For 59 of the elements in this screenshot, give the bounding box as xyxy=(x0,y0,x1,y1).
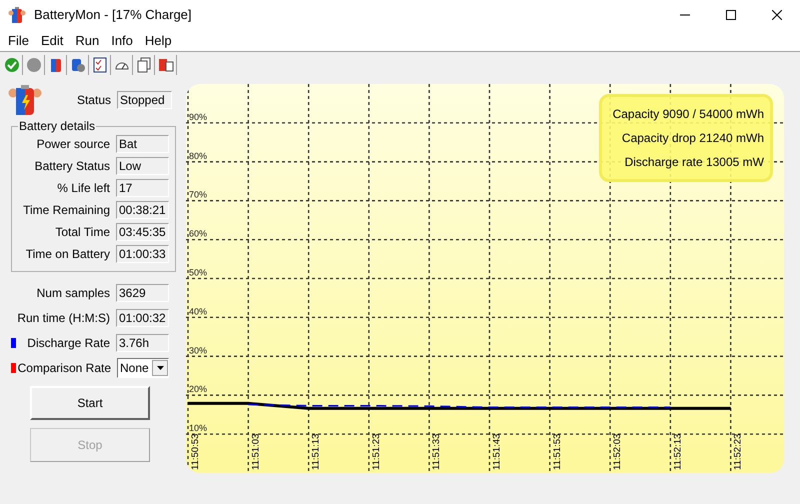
value-field: 17 xyxy=(116,179,169,197)
status-label: Status xyxy=(76,92,111,109)
axis-tick-label: 50% xyxy=(189,268,208,278)
value-field: Low xyxy=(116,157,169,175)
action-button[interactable]: Start xyxy=(30,386,150,420)
field-label: Power source xyxy=(36,136,110,153)
circle-icon[interactable] xyxy=(24,55,43,75)
field-label: Discharge Rate xyxy=(27,334,110,352)
info-text: Capacity drop 21240 mWh xyxy=(622,130,764,147)
axis-tick-label: 30% xyxy=(189,345,208,356)
field-label: Time on Battery xyxy=(26,246,110,263)
maximize-icon xyxy=(726,10,736,20)
axis-tick-label: 11:52:03 xyxy=(612,434,624,470)
axis-tick-label: 90% xyxy=(189,112,208,122)
axis-tick-label: 70% xyxy=(189,190,208,200)
close-icon xyxy=(772,10,782,20)
value-field: 3.76h xyxy=(116,334,169,352)
info-text: Discharge rate 13005 mW xyxy=(624,154,764,171)
axis-tick-label: 20% xyxy=(189,384,208,394)
menu-item[interactable]: Info xyxy=(105,30,139,50)
window-title: BatteryMon - [17% Charge] xyxy=(34,6,192,24)
menu-item[interactable]: Edit xyxy=(34,30,70,50)
axis-tick-label: 11:51:43 xyxy=(492,434,502,470)
value-field: 03:45:35 xyxy=(116,223,169,241)
axis-tick-label: 11:51:33 xyxy=(431,434,442,470)
axis-tick-label: 11:52:23 xyxy=(732,434,744,470)
field-label: Total Time xyxy=(55,224,110,241)
field-label: Time Remaining xyxy=(23,202,110,219)
menu-item[interactable]: Run xyxy=(69,30,106,50)
value-field: 01:00:33 xyxy=(116,245,169,263)
menu-item[interactable]: File xyxy=(2,30,35,50)
comparison-dropdown[interactable]: None xyxy=(117,358,169,378)
field-label: Battery Status xyxy=(34,158,110,175)
axis-tick-label: 80% xyxy=(189,150,208,161)
info-text: Capacity 9090 / 54000 mWh xyxy=(612,106,764,123)
axis-tick-label: 11:50:53 xyxy=(190,434,201,470)
axis-tick-label: 11:51:53 xyxy=(552,434,563,470)
value-field: 01:00:32 xyxy=(116,308,169,326)
field-label: Run time (H:M:S) xyxy=(17,310,110,326)
dropdown-arrow-icon xyxy=(156,366,164,370)
value-field: Bat xyxy=(116,135,169,153)
field-label: Num samples xyxy=(36,284,110,302)
axis-tick-label: 10% xyxy=(189,423,208,434)
axis-tick-label: 40% xyxy=(189,306,208,316)
axis-tick-label: 11:51:13 xyxy=(310,434,322,470)
axis-tick-label: 11:51:23 xyxy=(370,434,382,470)
check-icon[interactable] xyxy=(2,55,21,75)
status-field: Stopped xyxy=(117,91,172,109)
axis-tick-label: 11:52:13 xyxy=(672,434,684,470)
battery-mascot-icon xyxy=(8,83,42,117)
field-label: Comparison Rate xyxy=(18,360,111,376)
axis-tick-label: 11:51:03 xyxy=(250,434,262,470)
menu-item[interactable]: Help xyxy=(138,30,178,50)
value-field: 3629 xyxy=(116,284,169,302)
field-label: % Life left xyxy=(57,180,110,197)
group-title: Battery details xyxy=(18,119,96,133)
battery-app-icon xyxy=(8,6,26,24)
value-field: 00:38:21 xyxy=(116,201,169,219)
axis-tick-label: 60% xyxy=(189,228,208,239)
